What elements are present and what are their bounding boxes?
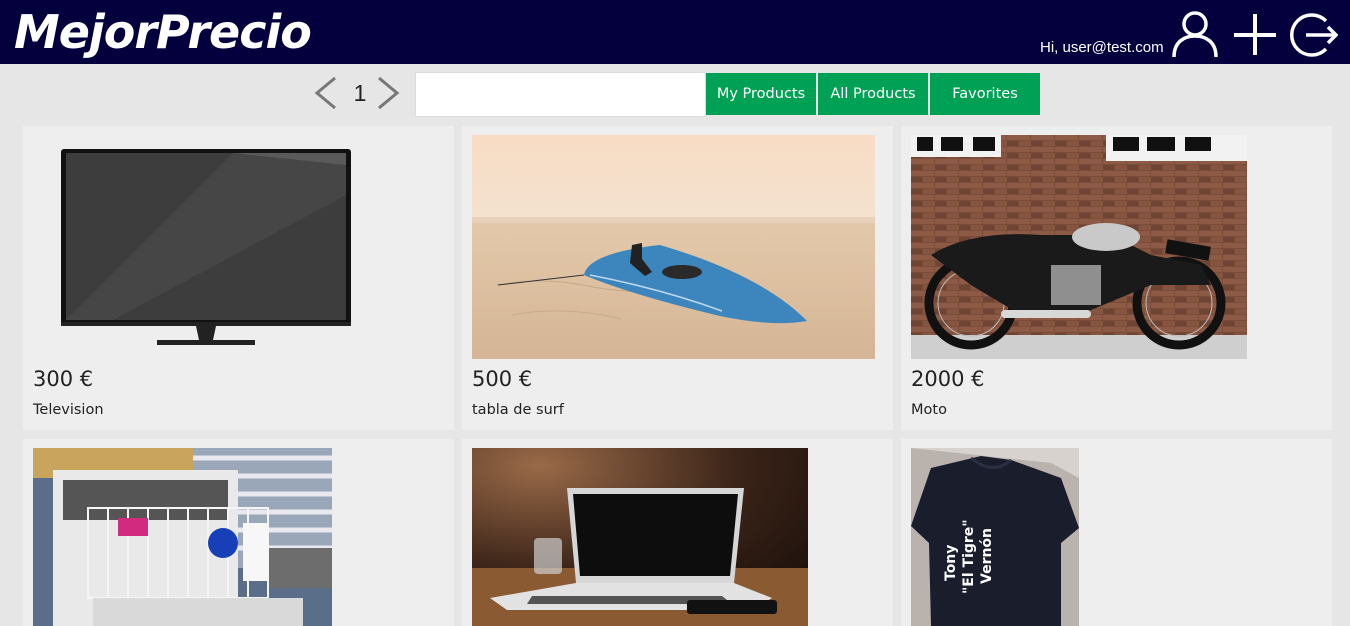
page-number: 1 — [353, 80, 367, 106]
product-price: 2000 € — [911, 367, 985, 391]
search-input[interactable] — [415, 72, 706, 117]
product-name[interactable]: tabla de surf — [472, 401, 564, 419]
product-price: 500 € — [472, 367, 533, 391]
chevron-right-icon[interactable] — [373, 75, 403, 111]
product-image-t-shirt[interactable]: Tony "El Tigre" Vernón — [911, 448, 1079, 626]
product-name[interactable]: Moto — [911, 401, 947, 419]
product-card[interactable]: 300 € Television — [23, 126, 454, 430]
product-card[interactable] — [462, 439, 893, 626]
product-name[interactable]: Television — [33, 401, 104, 419]
product-image-surfboard[interactable] — [472, 135, 875, 359]
t-shirt-text-line-1: Tony — [943, 545, 959, 581]
app-logo[interactable]: MejorPrecio — [14, 3, 312, 61]
product-card[interactable]: 500 € tabla de surf — [462, 126, 893, 430]
tab-all-products[interactable]: All Products — [818, 73, 928, 115]
tab-favorites[interactable]: Favorites — [930, 73, 1040, 115]
product-image-laptop[interactable] — [472, 448, 808, 626]
tab-my-products[interactable]: My Products — [706, 73, 816, 115]
add-icon[interactable] — [1230, 9, 1280, 59]
t-shirt-text-line-2: "El Tigre" — [961, 519, 977, 594]
user-icon[interactable] — [1170, 9, 1220, 59]
product-card[interactable]: Tony "El Tigre" Vernón — [901, 439, 1332, 626]
top-navbar: MejorPrecio Hi, user@test.com — [0, 0, 1350, 64]
product-image-television[interactable] — [33, 135, 444, 359]
product-image-dishwasher[interactable] — [33, 448, 332, 626]
product-image-motorcycle[interactable] — [911, 135, 1247, 359]
t-shirt-text-line-3: Vernón — [979, 528, 995, 584]
chevron-left-icon[interactable] — [311, 75, 341, 111]
product-card[interactable]: 2000 € Moto — [901, 126, 1332, 430]
user-greeting: Hi, user@test.com — [1040, 39, 1164, 56]
logout-icon[interactable] — [1288, 9, 1338, 59]
product-price: 300 € — [33, 367, 94, 391]
product-card[interactable] — [23, 439, 454, 626]
